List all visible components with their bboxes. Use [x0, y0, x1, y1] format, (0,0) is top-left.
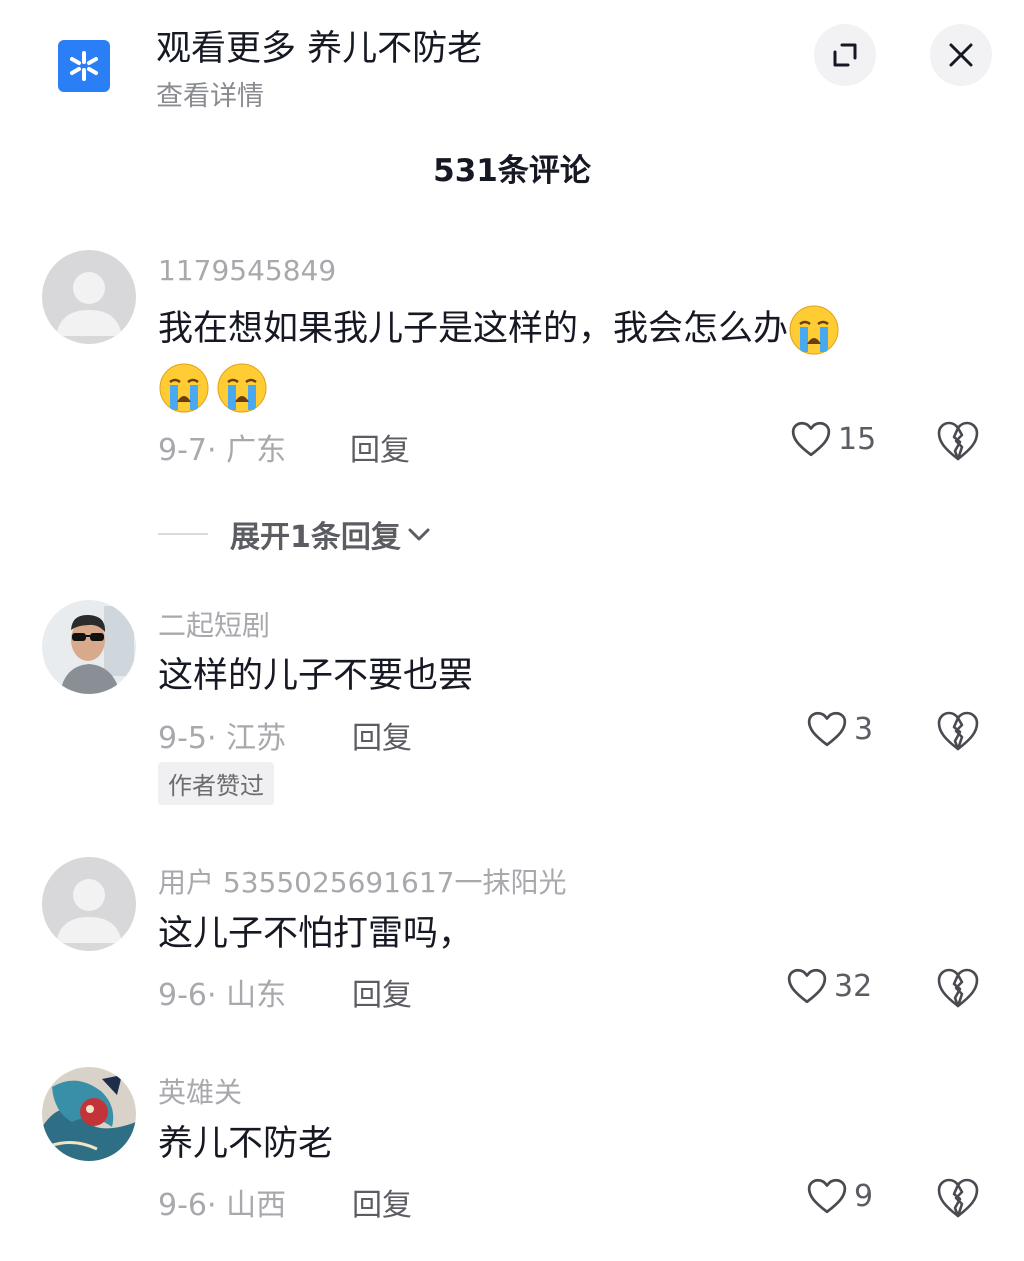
comment-date-location: 9-7· 广东	[158, 433, 287, 468]
mini-app-header: 观看更多 养儿不防老 查看详情	[0, 0, 1024, 120]
crying-face-icon	[216, 362, 268, 414]
comment-text: 我在想如果我儿子是这样的，我会怎么办	[158, 300, 958, 416]
comment-username[interactable]: 用户 5355025691617一抹阳光	[158, 861, 567, 901]
expand-replies-button[interactable]: 展开1条回复	[158, 512, 433, 556]
like-count: 3	[854, 711, 874, 747]
like-button[interactable]: 15	[790, 420, 876, 458]
like-button[interactable]: 32	[786, 967, 872, 1005]
avatar[interactable]	[42, 250, 136, 344]
like-count: 15	[838, 421, 877, 457]
heart-icon	[806, 710, 848, 748]
avatar[interactable]	[42, 1067, 136, 1161]
header-title[interactable]: 观看更多 养儿不防老	[156, 20, 482, 71]
heart-icon	[790, 420, 832, 458]
comment-date-location: 9-6· 山东	[158, 978, 287, 1013]
crying-face-icon	[788, 304, 840, 356]
collapse-button[interactable]	[814, 24, 876, 86]
comment-username[interactable]: 二起短剧	[158, 604, 270, 644]
comment-text-content: 我在想如果我儿子是这样的，我会怎么办	[158, 309, 789, 349]
like-count: 9	[854, 1178, 874, 1214]
collapse-icon	[833, 43, 857, 67]
avatar[interactable]	[42, 600, 136, 694]
divider-line	[158, 533, 208, 535]
like-count: 32	[834, 968, 873, 1004]
broken-heart-icon[interactable]	[936, 710, 980, 752]
reply-button[interactable]: 回复	[352, 713, 412, 757]
asterisk-logo-icon[interactable]	[58, 40, 110, 92]
broken-heart-icon[interactable]	[936, 967, 980, 1009]
avatar[interactable]	[42, 857, 136, 951]
close-icon	[949, 43, 973, 67]
view-details-link[interactable]: 查看详情	[156, 74, 264, 113]
chevron-down-icon	[408, 528, 430, 541]
comment-username[interactable]: 1179545849	[158, 254, 336, 287]
broken-heart-icon[interactable]	[936, 420, 980, 462]
like-button[interactable]: 9	[806, 1177, 873, 1215]
broken-heart-icon[interactable]	[936, 1177, 980, 1219]
comment-text: 这儿子不怕打雷吗，	[158, 914, 474, 954]
comment-date-location: 9-5· 江苏	[158, 721, 287, 756]
comment-username[interactable]: 英雄关	[158, 1071, 242, 1111]
heart-icon	[786, 967, 828, 1005]
comment-count-title: 531条评论	[433, 153, 591, 189]
heart-icon	[806, 1177, 848, 1215]
comment-text: 养儿不防老	[158, 1124, 334, 1164]
comment-text: 这样的儿子不要也罢	[158, 656, 474, 696]
close-button[interactable]	[930, 24, 992, 86]
author-liked-badge: 作者赞过	[158, 762, 274, 805]
like-button[interactable]: 3	[806, 710, 873, 748]
reply-button[interactable]: 回复	[352, 1180, 412, 1224]
comment-date-location: 9-6· 山西	[158, 1188, 287, 1223]
reply-button[interactable]: 回复	[352, 970, 412, 1014]
reply-button[interactable]: 回复	[350, 425, 410, 469]
expand-replies-label: 展开1条回复	[230, 520, 401, 555]
crying-face-icon	[158, 362, 210, 414]
